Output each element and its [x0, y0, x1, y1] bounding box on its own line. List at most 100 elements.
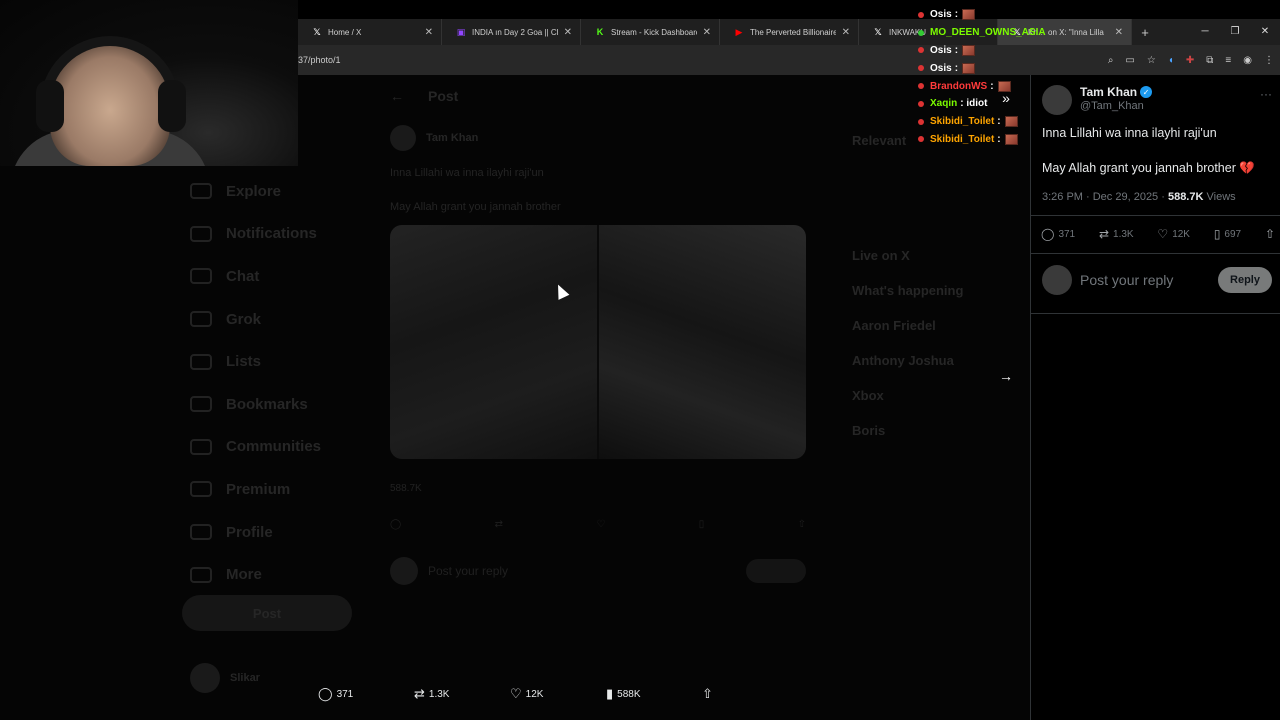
- nav-premium[interactable]: Premium: [190, 468, 321, 511]
- nav-explore[interactable]: Explore: [190, 170, 321, 213]
- author-name: Tam Khan: [1080, 85, 1138, 99]
- tweet-text: May Allah grant you jannah brother 💔: [1042, 161, 1255, 176]
- post-photos[interactable]: [390, 225, 806, 459]
- like-icon[interactable]: ♡: [596, 519, 605, 530]
- emote-icon: [1004, 133, 1018, 145]
- reply-button[interactable]: Reply: [1218, 267, 1272, 293]
- avatar[interactable]: [1042, 85, 1072, 115]
- chat-text: : idiot: [960, 98, 988, 110]
- nav-profile[interactable]: Profile: [190, 511, 321, 554]
- share-action[interactable]: ⇧: [1265, 227, 1275, 241]
- badge-icon: [918, 29, 924, 36]
- reply-input[interactable]: Post your reply: [1080, 272, 1173, 288]
- reply-count: 371: [1058, 228, 1076, 240]
- author-name-row[interactable]: Tam Khan ✓: [1080, 85, 1153, 99]
- browser-tab[interactable]: K Stream - Kick Dashboard ✕: [581, 19, 720, 45]
- reply-action[interactable]: ◯ 371: [1041, 227, 1075, 241]
- trend-item[interactable]: Xbox: [852, 388, 1030, 403]
- repost-icon[interactable]: ⇄: [495, 519, 503, 530]
- nav-label: More: [226, 566, 262, 584]
- share-icon: ⇧: [702, 686, 713, 701]
- post-text: May Allah grant you jannah brother: [390, 201, 561, 213]
- reading-list-icon[interactable]: ≡: [1225, 55, 1231, 66]
- post-actions: ◯ ⇄ ♡ ▯ ⇧: [390, 519, 806, 530]
- nav-bookmarks[interactable]: Bookmarks: [190, 383, 321, 426]
- nav-notifications[interactable]: Notifications: [190, 213, 321, 256]
- restore-icon[interactable]: ❐: [1220, 19, 1250, 45]
- close-icon[interactable]: ✕: [1115, 27, 1123, 38]
- bookmark-icon[interactable]: ▯: [699, 519, 705, 530]
- youtube-icon: ▶: [735, 26, 743, 37]
- browser-tab[interactable]: 𝕏 Home / X ✕: [298, 19, 442, 45]
- close-window-icon[interactable]: ✕: [1250, 19, 1280, 45]
- badge-icon: [918, 65, 924, 72]
- repost-action[interactable]: ⇄ 1.3K: [1099, 227, 1134, 241]
- trend-item[interactable]: Boris: [852, 423, 1030, 438]
- chat-message: Osis:: [918, 6, 1038, 24]
- share-action[interactable]: ⇧: [702, 686, 713, 702]
- tab-title: The Perverted Billionaire: [750, 27, 836, 37]
- emote-icon: [997, 80, 1011, 92]
- search-icon: [190, 183, 212, 200]
- nav-lists[interactable]: Lists: [190, 340, 321, 383]
- analytics-icon: ▮: [606, 686, 614, 701]
- extension-icon[interactable]: ✚: [1186, 55, 1194, 66]
- trend-item[interactable]: Aaron Friedel: [852, 318, 1030, 333]
- avatar[interactable]: [390, 125, 416, 151]
- share-icon: ⇧: [1264, 227, 1275, 241]
- nav-label: Grok: [226, 310, 262, 328]
- like-action[interactable]: ♡ 12K: [510, 686, 543, 702]
- back-arrow-icon[interactable]: ←: [390, 88, 404, 104]
- reply-count: 371: [336, 688, 354, 700]
- chat-user: Osis: [930, 9, 952, 21]
- nav-more[interactable]: More: [190, 553, 321, 596]
- bookmark-action[interactable]: ▯ 697: [1214, 227, 1241, 241]
- reply-action[interactable]: ◯ 371: [318, 686, 353, 702]
- close-icon[interactable]: ✕: [703, 27, 711, 38]
- account-switcher[interactable]: Slikar: [190, 663, 260, 693]
- menu-icon[interactable]: ⋮: [1264, 55, 1274, 66]
- extension-icon[interactable]: ◖: [1168, 55, 1174, 66]
- author-handle[interactable]: @Tam_Khan: [1080, 100, 1152, 112]
- close-icon[interactable]: ✕: [564, 27, 572, 38]
- emote-icon: [962, 62, 976, 74]
- repost-action[interactable]: ⇄ 1.3K: [414, 686, 449, 702]
- views-action[interactable]: ▮ 588K: [606, 686, 641, 702]
- tweet-author: Tam Khan ✓ @Tam_Khan: [1042, 85, 1153, 115]
- chat-user: Skibidi_Toilet: [930, 116, 995, 128]
- next-photo-icon[interactable]: →: [994, 364, 1018, 388]
- more-options-icon[interactable]: ···: [1260, 87, 1272, 101]
- zoom-icon[interactable]: ⌕: [1108, 55, 1114, 66]
- profile-icon[interactable]: ◉: [1243, 55, 1252, 66]
- stream-chat: Osis: MO_DEEN_OWNS_ASIA Osis: Osis: Bran…: [918, 6, 1046, 148]
- list-icon: [190, 353, 212, 370]
- photo[interactable]: [390, 225, 597, 459]
- badge-icon: [918, 118, 924, 125]
- nav-chat[interactable]: Chat: [190, 255, 321, 298]
- close-icon[interactable]: ✕: [425, 27, 433, 38]
- share-icon[interactable]: ⇧: [798, 519, 806, 530]
- reply-button[interactable]: [746, 559, 806, 583]
- reply-icon[interactable]: ◯: [390, 519, 401, 530]
- puzzle-icon[interactable]: ⧉: [1206, 55, 1213, 66]
- url-field[interactable]: 37/photo/1: [298, 55, 341, 65]
- timestamp[interactable]: 3:26 PM · Dec 29, 2025 ·: [1042, 191, 1168, 203]
- browser-tab[interactable]: ▣ INDIA ın Day 2 Goa || Cha ✕: [442, 19, 581, 45]
- chat-user: Osis: [930, 44, 952, 56]
- nav-grok[interactable]: Grok: [190, 298, 321, 341]
- nav-label: Chat: [226, 267, 260, 285]
- tweet-text: Inna Lillahi wa inna ilayhi raji'un: [1042, 126, 1217, 140]
- post-header: ← Post: [390, 85, 810, 107]
- new-tab-button[interactable]: +: [1132, 25, 1158, 40]
- author-name[interactable]: Tam Khan: [426, 132, 478, 144]
- close-icon[interactable]: ✕: [842, 27, 850, 38]
- reply-input[interactable]: Post your reply: [428, 564, 508, 578]
- like-action[interactable]: ♡ 12K: [1157, 227, 1190, 241]
- nav-communities[interactable]: Communities: [190, 426, 321, 469]
- photo[interactable]: [599, 225, 806, 459]
- post-button[interactable]: Post: [182, 595, 352, 631]
- star-icon[interactable]: ☆: [1147, 55, 1156, 66]
- minimize-icon[interactable]: ─: [1190, 19, 1220, 45]
- cast-icon[interactable]: ▭: [1125, 55, 1134, 66]
- browser-tab[interactable]: ▶ The Perverted Billionaire ✕: [720, 19, 859, 45]
